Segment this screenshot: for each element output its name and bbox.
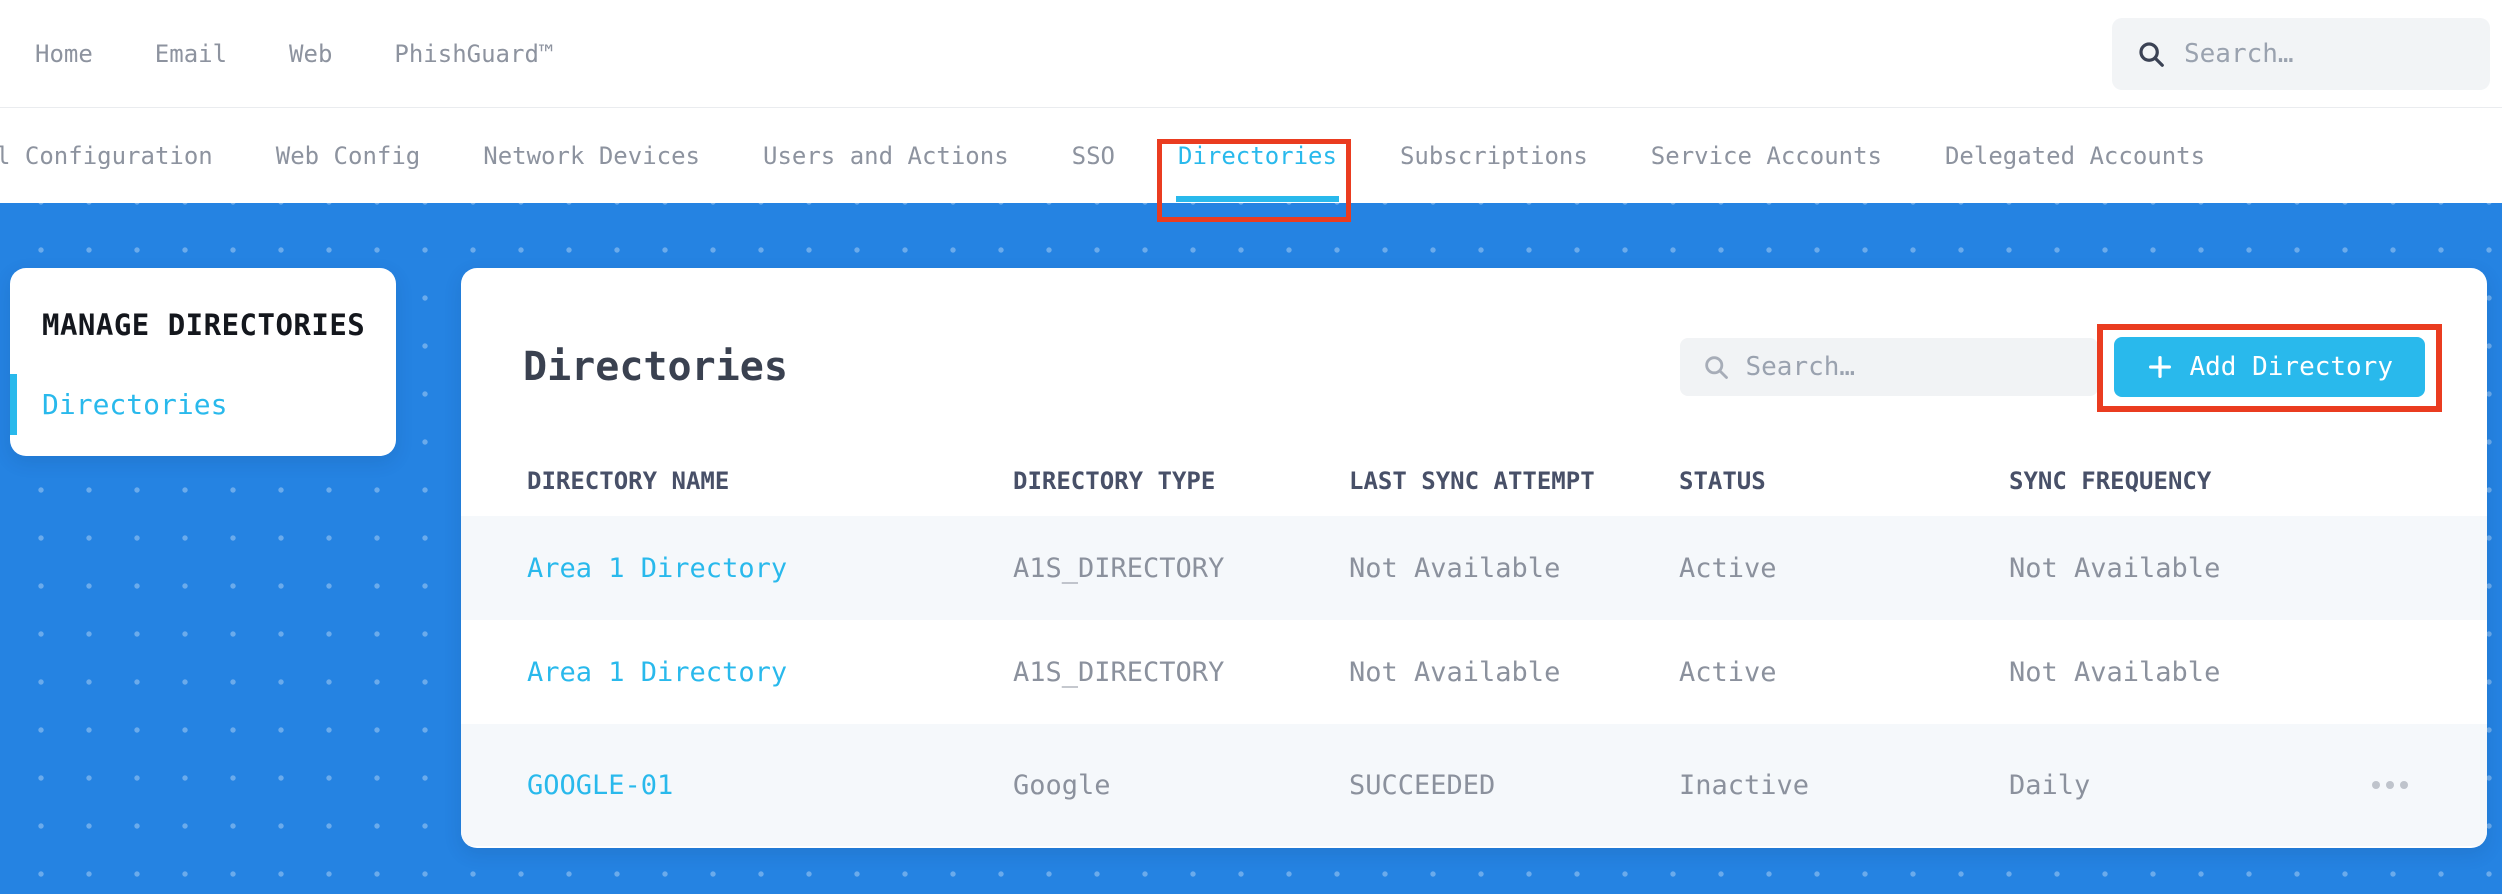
sync-frequency-cell: Not Available	[2009, 656, 2221, 688]
app-screen: Home Email Web PhishGuard™ l Configurati…	[0, 0, 2502, 894]
page-title: Directories	[523, 344, 788, 390]
table-row: Area 1 Directory A1S_DIRECTORY Not Avail…	[461, 516, 2487, 620]
side-card-title: MANAGE DIRECTORIES	[42, 308, 366, 342]
directories-panel: Directories Add Directory	[461, 268, 2487, 848]
content-canvas: MANAGE DIRECTORIES Directories Directori…	[0, 203, 2502, 894]
global-search-box[interactable]	[2112, 17, 2490, 90]
panel-header: Directories Add Directory	[461, 268, 2487, 412]
top-nav-items: Home Email Web PhishGuard™	[35, 40, 2112, 68]
column-header-last-sync-attempt: LAST SYNC ATTEMPT	[1349, 467, 1595, 495]
row-menu-ellipsis-icon[interactable]	[2355, 781, 2425, 789]
status-cell: Active	[1679, 656, 1777, 688]
column-header-directory-type: DIRECTORY TYPE	[1013, 467, 1216, 495]
directory-type-cell: A1S_DIRECTORY	[1013, 552, 1225, 584]
sidebar-item-directories[interactable]: Directories	[10, 374, 396, 435]
table-row: GOOGLE-01 Google SUCCEEDED Inactive Dail…	[461, 724, 2487, 846]
sync-frequency-cell: Not Available	[2009, 552, 2221, 584]
column-header-sync-frequency: SYNC FREQUENCY	[2009, 467, 2212, 495]
directory-name-link[interactable]: Area 1 Directory	[527, 553, 1013, 584]
tab-directories[interactable]: Directories	[1176, 141, 1339, 202]
status-cell: Inactive	[1679, 769, 1810, 801]
add-directory-button-label: Add Directory	[2189, 352, 2394, 382]
add-directory-button[interactable]: Add Directory	[2113, 337, 2425, 397]
column-header-directory-name: DIRECTORY NAME	[527, 467, 730, 495]
plus-icon	[2148, 356, 2171, 378]
manage-directories-card: MANAGE DIRECTORIES Directories	[10, 268, 396, 456]
table-row: Area 1 Directory A1S_DIRECTORY Not Avail…	[461, 620, 2487, 724]
settings-tab-bar: l Configuration Web Config Network Devic…	[0, 108, 2502, 222]
tab-users-and-actions[interactable]: Users and Actions	[763, 141, 1009, 171]
add-directory-button-wrap: Add Directory	[2096, 324, 2442, 412]
nav-item-email[interactable]: Email	[155, 40, 227, 68]
last-sync-cell: SUCCEEDED	[1349, 769, 1496, 801]
column-header-status: STATUS	[1679, 467, 1766, 495]
top-navigation-bar: Home Email Web PhishGuard™	[0, 0, 2502, 108]
status-cell: Active	[1679, 552, 1777, 584]
last-sync-cell: Not Available	[1349, 552, 1561, 584]
search-icon	[2139, 41, 2164, 67]
tab-subscriptions[interactable]: Subscriptions	[1400, 141, 1588, 171]
directories-search-box[interactable]	[1679, 338, 2098, 396]
nav-item-home[interactable]: Home	[35, 40, 93, 68]
directory-type-cell: Google	[1013, 769, 1111, 801]
tab-delegated-accounts[interactable]: Delegated Accounts	[1945, 141, 2205, 171]
nav-item-phishguard[interactable]: PhishGuard™	[394, 40, 553, 68]
directory-name-link[interactable]: Area 1 Directory	[527, 657, 1013, 688]
last-sync-cell: Not Available	[1349, 656, 1561, 688]
sidebar-item-label: Directories	[42, 388, 228, 421]
search-icon	[1704, 356, 1728, 379]
global-search-input[interactable]	[2184, 38, 2466, 69]
nav-item-web[interactable]: Web	[289, 40, 332, 68]
tab-sso[interactable]: SSO	[1072, 141, 1115, 171]
directory-name-link[interactable]: GOOGLE-01	[527, 770, 1013, 801]
directories-search-input[interactable]	[1745, 352, 2076, 382]
sync-frequency-cell: Daily	[2009, 769, 2091, 801]
tab-web-config[interactable]: Web Config	[276, 141, 421, 171]
table-header-row: DIRECTORY NAME DIRECTORY TYPE LAST SYNC …	[461, 398, 2487, 516]
tab-email-configuration[interactable]: l Configuration	[0, 141, 213, 171]
tab-network-devices[interactable]: Network Devices	[483, 141, 700, 171]
tab-service-accounts[interactable]: Service Accounts	[1651, 141, 1882, 171]
directory-type-cell: A1S_DIRECTORY	[1013, 656, 1225, 688]
